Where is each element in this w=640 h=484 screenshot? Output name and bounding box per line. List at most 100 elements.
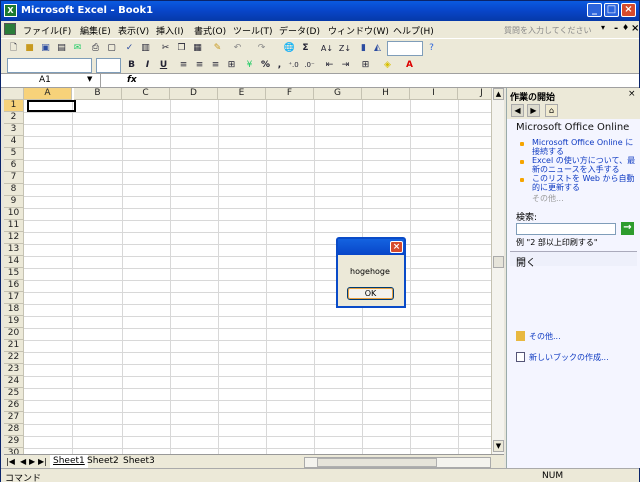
row-header[interactable]: 12: [4, 232, 24, 244]
row-header[interactable]: 16: [4, 280, 24, 292]
cut-icon[interactable]: ✂: [159, 42, 172, 55]
minimize-button[interactable]: _: [587, 3, 602, 17]
formula-input[interactable]: [141, 74, 638, 87]
insert-function-icon[interactable]: fx: [127, 75, 137, 85]
column-header[interactable]: E: [218, 88, 266, 100]
next-sheet-icon[interactable]: ▶: [29, 457, 35, 466]
active-cell[interactable]: [27, 100, 76, 112]
row-header[interactable]: 15: [4, 268, 24, 280]
title-bar[interactable]: X Microsoft Excel - Book1 _ □ ×: [1, 1, 639, 21]
menu-insert[interactable]: 挿入(I): [156, 24, 184, 37]
format-painter-icon[interactable]: ✎: [211, 42, 224, 55]
zoom-combo[interactable]: [387, 41, 423, 56]
bold-button[interactable]: B: [125, 59, 138, 72]
save-icon[interactable]: ▣: [39, 42, 52, 55]
help-dropdown-icon[interactable]: ▾: [601, 23, 605, 32]
increase-decimal-icon[interactable]: ⁺.0: [287, 59, 300, 72]
row-header[interactable]: 22: [4, 352, 24, 364]
paste-icon[interactable]: ▦: [191, 42, 204, 55]
row-header[interactable]: 10: [4, 208, 24, 220]
copy-icon[interactable]: ❐: [175, 42, 188, 55]
column-header[interactable]: A: [24, 88, 72, 100]
worksheet-grid[interactable]: A B C D E F G H I J 1 2 3 4 5 6 7 8 9 10 11 12 13 14 15 16 17 18 19 2…: [4, 88, 491, 454]
name-box-dropdown-icon[interactable]: ▼: [87, 75, 92, 83]
dialog-title-bar[interactable]: ×: [338, 239, 404, 255]
doc-minimize-button[interactable]: -: [614, 23, 618, 34]
drawing-icon[interactable]: ◭: [371, 42, 384, 55]
close-button[interactable]: ×: [621, 3, 636, 17]
sort-ascending-icon[interactable]: A↓: [319, 42, 335, 55]
decrease-decimal-icon[interactable]: .0⁻: [303, 59, 316, 72]
column-header[interactable]: H: [362, 88, 410, 100]
doc-restore-button[interactable]: ♦: [622, 23, 629, 32]
row-header[interactable]: 24: [4, 376, 24, 388]
italic-button[interactable]: I: [141, 59, 154, 72]
dialog-close-button[interactable]: ×: [390, 241, 403, 253]
row-header[interactable]: 4: [4, 136, 24, 148]
research-icon[interactable]: ▥: [139, 42, 152, 55]
link-connect-online[interactable]: Microsoft Office Online に接続する: [532, 138, 638, 156]
row-header[interactable]: 7: [4, 172, 24, 184]
scroll-up-icon[interactable]: ▲: [493, 88, 504, 100]
search-input[interactable]: [516, 223, 616, 235]
menu-window[interactable]: ウィンドウ(W): [328, 24, 389, 37]
new-icon[interactable]: 🗋: [7, 42, 20, 55]
menu-file[interactable]: ファイル(F): [23, 24, 71, 37]
link-more-online[interactable]: その他...: [532, 194, 638, 203]
fill-color-icon[interactable]: ◈: [381, 59, 394, 72]
font-size-combo[interactable]: [96, 58, 121, 73]
column-header[interactable]: C: [122, 88, 170, 100]
borders-icon[interactable]: ⊞: [359, 59, 372, 72]
scroll-down-icon[interactable]: ▼: [493, 440, 504, 452]
row-header[interactable]: 2: [4, 112, 24, 124]
link-auto-update[interactable]: このリストを Web から自動的に更新する: [532, 174, 638, 192]
font-color-icon[interactable]: A: [403, 59, 416, 72]
task-pane-close-icon[interactable]: ×: [628, 89, 636, 99]
sort-descending-icon[interactable]: Z↓: [337, 42, 353, 55]
row-header[interactable]: 11: [4, 220, 24, 232]
row-header[interactable]: 3: [4, 124, 24, 136]
chart-wizard-icon[interactable]: ▮: [357, 42, 370, 55]
email-icon[interactable]: ✉: [71, 42, 84, 55]
hyperlink-icon[interactable]: 🌐: [283, 42, 296, 55]
workbook-icon[interactable]: [4, 23, 16, 35]
help-search-input[interactable]: 質問を入力してください: [501, 23, 599, 37]
row-header[interactable]: 9: [4, 196, 24, 208]
spelling-icon[interactable]: ✓: [123, 42, 136, 55]
horizontal-scroll-thumb[interactable]: [317, 458, 437, 467]
menu-edit[interactable]: 編集(E): [80, 24, 111, 37]
ok-button[interactable]: OK: [347, 287, 394, 300]
doc-close-button[interactable]: ×: [631, 23, 639, 34]
align-center-icon[interactable]: ≡: [193, 59, 206, 72]
open-more-link[interactable]: その他...: [516, 331, 561, 342]
underline-button[interactable]: U: [157, 59, 170, 72]
row-header[interactable]: 1: [4, 100, 24, 112]
row-header[interactable]: 18: [4, 304, 24, 316]
print-icon[interactable]: ⎙: [89, 42, 102, 55]
forward-icon[interactable]: ▶: [527, 104, 540, 117]
column-header[interactable]: I: [410, 88, 458, 100]
row-header[interactable]: 8: [4, 184, 24, 196]
last-sheet-icon[interactable]: ▶|: [38, 457, 47, 466]
menu-view[interactable]: 表示(V): [118, 24, 149, 37]
maximize-button[interactable]: □: [604, 3, 619, 17]
print-preview-icon[interactable]: ▢: [105, 42, 118, 55]
select-all-corner[interactable]: [4, 88, 24, 100]
tab-sheet3[interactable]: Sheet3: [120, 455, 158, 468]
comma-button[interactable]: ,: [273, 59, 286, 72]
menu-format[interactable]: 書式(O): [194, 24, 226, 37]
link-latest-news[interactable]: Excel の使い方について、最新のニュースを入手する: [532, 156, 638, 174]
align-right-icon[interactable]: ≡: [209, 59, 222, 72]
row-header[interactable]: 17: [4, 292, 24, 304]
row-header[interactable]: 6: [4, 160, 24, 172]
open-icon[interactable]: ■: [23, 42, 36, 55]
column-header[interactable]: B: [74, 88, 122, 100]
help-icon[interactable]: ?: [425, 42, 438, 55]
row-header[interactable]: 5: [4, 148, 24, 160]
increase-indent-icon[interactable]: ⇥: [339, 59, 352, 72]
tab-sheet1[interactable]: Sheet1: [50, 455, 88, 468]
row-header[interactable]: 25: [4, 388, 24, 400]
row-header[interactable]: 14: [4, 256, 24, 268]
row-header[interactable]: 26: [4, 400, 24, 412]
column-header[interactable]: G: [314, 88, 362, 100]
